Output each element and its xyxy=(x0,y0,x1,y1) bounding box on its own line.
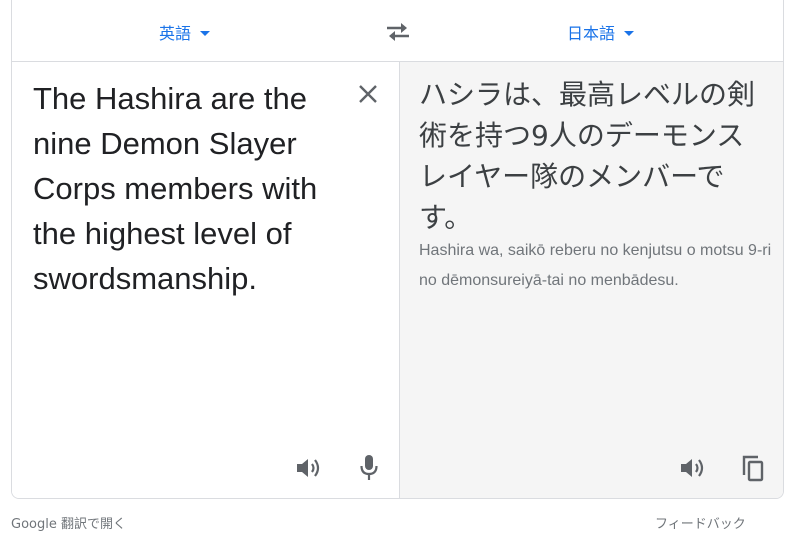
speaker-icon xyxy=(681,459,704,477)
voice-input-button[interactable] xyxy=(353,452,385,484)
feedback-link[interactable]: フィードバック xyxy=(655,513,746,532)
source-text-input[interactable]: The Hashira are the nine Demon Slayer Co… xyxy=(33,76,343,301)
clear-source-button[interactable] xyxy=(352,78,384,110)
romanization-text: Hashira wa, saikō reberu no kenjutsu o m… xyxy=(419,242,772,289)
swap-arrows-icon xyxy=(387,23,409,41)
translated-text: ハシラは、最高レベルの剣術を持つ9人のデーモンスレイヤー隊のメンバーです。 xyxy=(419,78,756,234)
translate-widget: 英語 日本語 The Hashira are the nine Demon Sl… xyxy=(11,0,784,499)
source-panel: The Hashira are the nine Demon Slayer Co… xyxy=(12,62,399,498)
open-in-translate-link[interactable]: Google 翻訳で開く xyxy=(11,513,126,532)
target-panel: ハシラは、最高レベルの剣術を持つ9人のデーモンスレイヤー隊のメンバーです。 Ha… xyxy=(399,62,783,498)
language-bar: 英語 日本語 xyxy=(12,0,783,62)
caret-down-icon xyxy=(624,31,635,36)
target-language-select[interactable]: 日本語 xyxy=(567,20,635,44)
speaker-icon xyxy=(297,459,320,477)
target-listen-button[interactable] xyxy=(677,452,709,484)
copy-icon xyxy=(742,455,764,482)
copy-translation-button[interactable] xyxy=(737,452,769,484)
swap-languages-button[interactable] xyxy=(380,16,416,48)
source-language-select[interactable]: 英語 xyxy=(159,20,211,44)
close-icon xyxy=(359,85,377,103)
microphone-icon xyxy=(360,455,378,480)
source-language-label: 英語 xyxy=(159,26,192,43)
source-listen-button[interactable] xyxy=(293,452,325,484)
caret-down-icon xyxy=(200,31,211,36)
target-language-label: 日本語 xyxy=(567,26,616,43)
